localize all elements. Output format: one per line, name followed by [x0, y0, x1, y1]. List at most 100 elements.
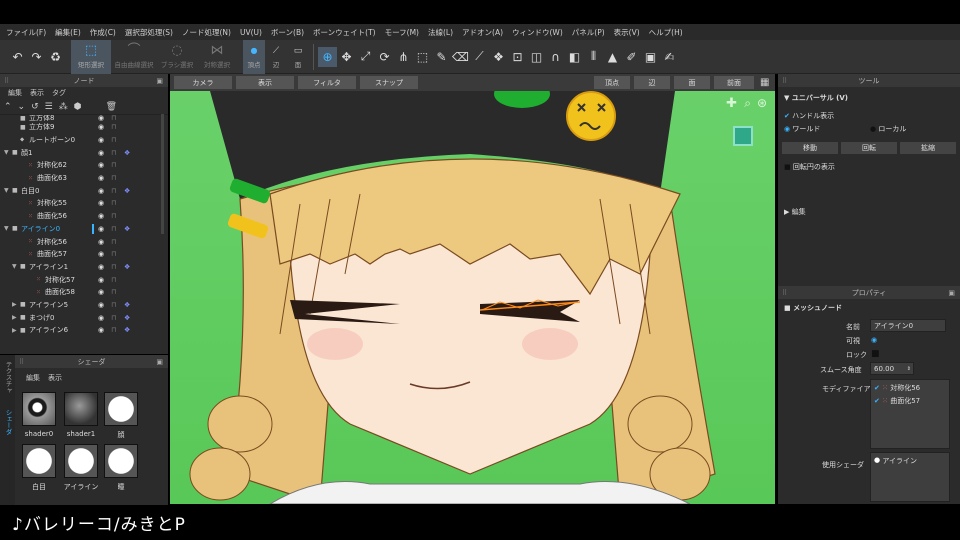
- recycle-icon[interactable]: ♻: [46, 47, 65, 67]
- menu-item-8[interactable]: モーフ(M): [385, 27, 419, 38]
- modifier-item-1[interactable]: ✔ ⁙ 曲面化57: [874, 396, 920, 406]
- pan-icon[interactable]: ✚: [726, 96, 737, 111]
- lock-icon[interactable]: ⊓: [111, 187, 116, 195]
- rotate-icon[interactable]: ⟳: [375, 47, 394, 67]
- tree-row[interactable]: ⁙ 曲面化63 ◉ ⊓: [0, 172, 168, 185]
- eye-icon[interactable]: ◉: [98, 288, 104, 296]
- pen-icon[interactable]: ✎: [432, 47, 451, 67]
- scale-icon[interactable]: ⤢: [356, 47, 375, 67]
- lock-icon[interactable]: ⊓: [111, 225, 116, 233]
- side-tab-texture[interactable]: テクスチャ: [0, 357, 16, 398]
- globe-icon[interactable]: ⊕: [318, 46, 337, 67]
- trash-icon[interactable]: 🗑: [106, 102, 117, 112]
- camera-menu[interactable]: カメラ: [174, 76, 232, 89]
- tree-row[interactable]: ⁙ 曲面化56 ◉ ⊓: [0, 210, 168, 223]
- face-mode-button[interactable]: ▭ 面: [287, 40, 309, 74]
- menu-item-2[interactable]: 作成(C): [90, 27, 116, 38]
- edit-icon[interactable]: ✍: [660, 47, 679, 67]
- undo-icon[interactable]: ↶: [8, 47, 27, 67]
- eye-icon[interactable]: ◉: [98, 161, 104, 169]
- tree-row[interactable]: ⬥ ルートボーン0 ◉ ⊓: [0, 134, 168, 147]
- tree-row[interactable]: ⁙ 対称化57 ◉ ⊓: [0, 273, 168, 286]
- character-model-view[interactable]: [170, 74, 775, 504]
- tree-row[interactable]: ⁙ 曲面化57 ◉ ⊓: [0, 248, 168, 261]
- visible-checkbox[interactable]: ◉: [871, 336, 877, 344]
- view-menu[interactable]: 表示: [236, 76, 294, 89]
- link-icon[interactable]: ❖: [124, 314, 130, 322]
- lock-icon[interactable]: ⊓: [111, 238, 116, 246]
- tree-row[interactable]: ▼ ■ アイライン0 ◉ ⊓ ❖: [0, 223, 168, 236]
- expand-icon[interactable]: ▼: [4, 187, 12, 194]
- tab-tag[interactable]: タグ: [52, 88, 66, 98]
- lock-icon[interactable]: ⊓: [111, 136, 116, 144]
- lock-icon[interactable]: ⊓: [111, 263, 116, 271]
- rotate-button[interactable]: 回転: [841, 142, 897, 154]
- tab-edit[interactable]: 編集: [8, 88, 22, 98]
- eye-icon[interactable]: ◉: [98, 123, 104, 131]
- tree-row[interactable]: ⁙ 対称化55 ◉ ⊓: [0, 197, 168, 210]
- tree-row[interactable]: ▼ ■ 顔1 ◉ ⊓ ❖: [0, 146, 168, 159]
- shader-swatch-5[interactable]: [104, 444, 138, 478]
- lock-icon[interactable]: ⊓: [111, 149, 116, 157]
- eraser-icon[interactable]: ⌫: [451, 47, 470, 67]
- link-icon[interactable]: ❖: [124, 149, 130, 157]
- move-icon[interactable]: ✥: [337, 47, 356, 67]
- tree-row[interactable]: ▼ ■ 白目0 ◉ ⊓ ❖: [0, 184, 168, 197]
- face-view-button[interactable]: 面: [674, 76, 710, 89]
- eye-icon[interactable]: ◉: [98, 326, 104, 334]
- eye-icon[interactable]: ◉: [98, 301, 104, 309]
- redo-icon[interactable]: ↷: [27, 47, 46, 67]
- symmetry-select-button[interactable]: ⋈ 対称選択: [197, 40, 237, 74]
- scale-button[interactable]: 拡縮: [900, 142, 956, 154]
- face-edit-icon[interactable]: ◫: [527, 47, 546, 67]
- rotate-view-icon[interactable]: ⊛: [757, 96, 767, 110]
- edit-section[interactable]: ▶ 編集: [784, 207, 806, 217]
- move-up-icon[interactable]: ⌃: [4, 102, 12, 112]
- side-tab-shader[interactable]: シェーダ: [0, 405, 16, 439]
- shader-swatch-4[interactable]: [64, 444, 98, 478]
- move-down-icon[interactable]: ⌄: [18, 102, 26, 112]
- eye-icon[interactable]: ◉: [98, 314, 104, 322]
- eye-icon[interactable]: ◉: [98, 136, 104, 144]
- lock-checkbox[interactable]: ■: [871, 349, 880, 359]
- name-field[interactable]: アイライン0: [870, 319, 946, 332]
- panel-menu-icon[interactable]: ▣: [156, 77, 163, 85]
- lock-icon[interactable]: ⊓: [111, 301, 116, 309]
- world-radio[interactable]: ◉ ワールド: [784, 124, 820, 134]
- tree-row[interactable]: ⁙ 対称化62 ◉ ⊓: [0, 159, 168, 172]
- menu-item-0[interactable]: ファイル(F): [6, 27, 46, 38]
- menu-item-11[interactable]: ウィンドウ(W): [512, 27, 563, 38]
- vertex-edit-icon[interactable]: ⊡: [508, 47, 527, 67]
- expand-icon[interactable]: ▼: [4, 225, 12, 232]
- transform-icon[interactable]: ⋔: [394, 47, 413, 67]
- grid-toggle-icon[interactable]: ▦: [760, 77, 769, 88]
- eye-icon[interactable]: ◉: [98, 250, 104, 258]
- shader-swatch-1[interactable]: [64, 392, 98, 426]
- tree-row[interactable]: ▶ ■ アイライン6 ◉ ⊓ ❖: [0, 324, 168, 337]
- lock-icon[interactable]: ⊓: [111, 288, 116, 296]
- edge-mode-button[interactable]: ⟋ 辺: [265, 40, 287, 74]
- expand-icon[interactable]: ▼: [12, 263, 20, 270]
- link-icon[interactable]: ❖: [124, 301, 130, 309]
- grid-icon[interactable]: ⦀: [584, 47, 603, 67]
- vertex-view-button[interactable]: 頂点: [594, 76, 630, 89]
- handle-show-checkbox[interactable]: ✔ ハンドル表示: [784, 111, 834, 121]
- menu-item-7[interactable]: ボーンウェイト(T): [313, 27, 376, 38]
- collapse-icon[interactable]: ▶: [12, 301, 20, 308]
- magnet-icon[interactable]: ∩: [546, 47, 565, 67]
- menu-item-9[interactable]: 法線(L): [428, 27, 453, 38]
- zoom-icon[interactable]: ⌕: [744, 96, 751, 111]
- 3d-viewport[interactable]: ✚ ⌕ ⊛: [170, 74, 775, 504]
- tree-row[interactable]: ▼ ■ アイライン1 ◉ ⊓ ❖: [0, 261, 168, 274]
- vertex-mode-button[interactable]: ● 頂点: [243, 39, 265, 74]
- mirror-icon[interactable]: ◧: [565, 47, 584, 67]
- eye-icon[interactable]: ◉: [98, 225, 104, 233]
- menu-item-1[interactable]: 編集(E): [55, 27, 81, 38]
- lock-icon[interactable]: ⊓: [111, 314, 116, 322]
- eye-icon[interactable]: ◉: [98, 212, 104, 220]
- eye-icon[interactable]: ◉: [98, 276, 104, 284]
- panel-menu-icon[interactable]: ▣: [948, 289, 955, 297]
- grip-icon[interactable]: ⠿: [782, 289, 787, 297]
- tree-row[interactable]: ⁙ 曲面化58 ◉ ⊓: [0, 286, 168, 299]
- collapse-icon[interactable]: ▶: [12, 314, 20, 321]
